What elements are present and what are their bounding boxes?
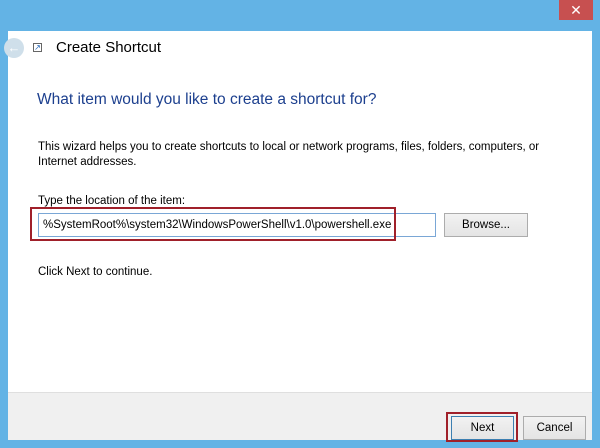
wizard-content bbox=[8, 31, 592, 392]
dialog-title: Create Shortcut bbox=[56, 39, 162, 56]
close-button[interactable]: ✕ bbox=[559, 0, 593, 20]
continue-instruction: Click Next to continue. bbox=[38, 266, 153, 278]
next-button[interactable]: Next bbox=[451, 416, 514, 440]
location-label: Type the location of the item: bbox=[38, 195, 186, 207]
back-button[interactable]: ← bbox=[4, 38, 24, 58]
shortcut-icon: ↗ bbox=[33, 43, 42, 52]
back-arrow-icon: ← bbox=[7, 40, 21, 55]
wizard-description: This wizard helps you to create shortcut… bbox=[38, 141, 540, 168]
location-input[interactable] bbox=[38, 213, 436, 237]
close-icon: ✕ bbox=[570, 2, 582, 18]
browse-button[interactable]: Browse... bbox=[444, 213, 528, 237]
create-shortcut-window: ✕ ← ↗ Create Shortcut What item would yo… bbox=[0, 0, 600, 448]
page-heading: What item would you like to create a sho… bbox=[37, 91, 377, 108]
cancel-button[interactable]: Cancel bbox=[523, 416, 586, 440]
